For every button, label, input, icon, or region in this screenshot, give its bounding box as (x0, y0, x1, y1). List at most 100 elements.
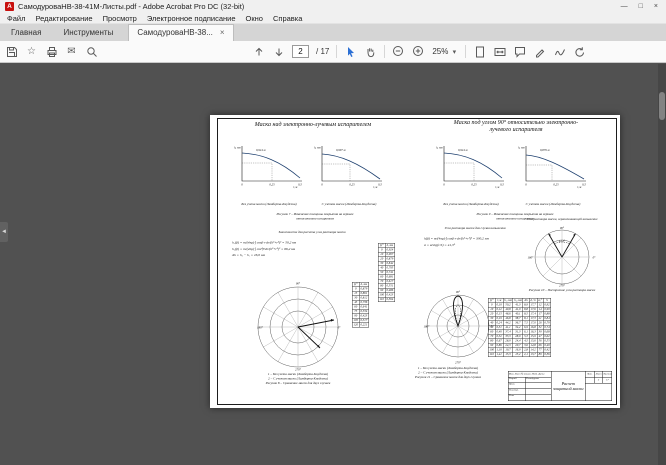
pdf-page: Маска над электронно-лучевым испарителем… (210, 115, 620, 408)
save-icon[interactable] (5, 45, 18, 58)
thickness-graph-2: 0,907 м h, нм r, м 0 0,25 0,5 (312, 141, 386, 189)
close-button[interactable]: × (654, 3, 658, 10)
svg-text:90°: 90° (560, 226, 565, 230)
zoom-in-icon[interactable] (412, 45, 425, 58)
table-cell: 1,41 (495, 352, 503, 357)
graph4-caption: С учетом маски (Ламберта-Кнудсена) (520, 203, 586, 207)
maximize-button[interactable]: □ (639, 3, 643, 10)
svg-text:0,25: 0,25 (269, 183, 275, 188)
signature-icon[interactable] (553, 45, 566, 58)
thickness-graph-3: 0,924 м h, нм r, м 0 0,25 0,5 (434, 141, 508, 189)
svg-text:0,25: 0,25 (471, 183, 477, 188)
svg-text:0,879 м: 0,879 м (540, 148, 550, 153)
table-cell: 110 (488, 352, 495, 357)
svg-text:180°: 180° (257, 326, 264, 330)
graph1-caption: Без учета маски (Ламберта-Кнудсена) (236, 203, 302, 207)
figure8-caption: 1 – Без учета маски (Ламберта-Кнудсена) … (238, 373, 359, 386)
svg-text:0: 0 (525, 183, 527, 187)
svg-text:270°: 270° (295, 368, 302, 372)
hand-tool-icon[interactable] (364, 45, 377, 58)
drawing-title: Расчет защитной маски (552, 372, 586, 401)
toolbar-center-group: 2 / 17 25% ▾ (252, 41, 506, 62)
toolbar-separator (336, 45, 337, 58)
table-cell: 13,2 (513, 352, 523, 357)
svg-text:h, нм: h, нм (436, 146, 442, 151)
rotate-icon[interactable] (573, 45, 586, 58)
results-table: β,°r, мh₁, нмh₂, нмΔhδ, %α,°S00,1050,241… (488, 298, 551, 357)
formulas-left: h₁(β) = m/(4πρ)·∫ cosβ·r·dr/(h²+r²)² = 5… (232, 240, 296, 259)
zoom-level-value: 25% (432, 47, 448, 56)
svg-text:180°: 180° (424, 325, 431, 329)
svg-text:h, нм: h, нм (234, 146, 240, 151)
next-page-icon[interactable] (272, 45, 285, 58)
panel-collapse-icon[interactable]: ◄ (0, 222, 8, 242)
tab-document[interactable]: СамодуроваНВ-38... × (128, 24, 233, 41)
fit-width-icon[interactable] (493, 45, 506, 58)
svg-text:0,5: 0,5 (378, 183, 382, 188)
svg-text:41,3°: 41,3° (559, 239, 566, 244)
minimize-button[interactable]: — (621, 3, 628, 10)
scrollbar-thumb[interactable] (659, 92, 665, 120)
svg-text:0,5: 0,5 (582, 183, 586, 188)
menu-file[interactable]: Файл (2, 14, 30, 23)
sheet-title-left: Маска над электронно-лучевым испарителем (228, 122, 398, 129)
formulas-right: h(β) = m/(4πρ)·∫ cosβ·r·dr/(h²+r²)² = 33… (424, 236, 489, 249)
menu-esign[interactable]: Электронное подписание (142, 14, 241, 23)
search-icon[interactable] (85, 45, 98, 58)
svg-text:r, м: r, м (577, 185, 581, 189)
figure11-caption: 1 – Без учета маски (Ламберта-Кнудсена) … (388, 367, 509, 380)
svg-text:0°: 0° (338, 326, 342, 330)
svg-text:180°: 180° (528, 256, 535, 260)
svg-text:90°: 90° (296, 282, 301, 286)
title-block: Изм. Лист № докум. Подп. Дата Разраб.Сам… (508, 371, 612, 401)
curve (444, 153, 502, 178)
svg-text:r, м: r, м (293, 185, 297, 189)
sheet-title-right: Маска под углом 90° относительно электро… (423, 120, 609, 134)
svg-text:h, нм: h, нм (518, 146, 524, 151)
menu-edit[interactable]: Редактирование (30, 14, 97, 23)
fit-page-icon[interactable] (473, 45, 486, 58)
svg-text:0: 0 (241, 183, 243, 187)
vertical-scrollbar[interactable] (658, 64, 666, 465)
svg-text:0,25: 0,25 (553, 183, 559, 188)
tab-home[interactable]: Главная (0, 25, 52, 41)
curve (242, 153, 300, 178)
toolbar-right-group (513, 41, 586, 62)
table-cell: 120 (352, 323, 359, 328)
figure10-caption: Рисунок 10 – Построение угла раствора ма… (507, 289, 617, 293)
zoom-out-icon[interactable] (392, 45, 405, 58)
select-tool-icon[interactable] (344, 45, 357, 58)
mask-table-1: β,°h, нм00,924100,907200,879300,842400,7… (378, 243, 395, 302)
svg-text:0,25: 0,25 (349, 183, 355, 188)
star-icon[interactable]: ☆ (25, 45, 38, 58)
thickness-graph-1: 0,924 м h, нм r, м 0 0,25 0,5 (232, 141, 306, 189)
toolbar-left-group: ☆ ✉ (5, 41, 98, 62)
curve (526, 155, 584, 179)
curve (322, 154, 380, 179)
page-number-input[interactable]: 2 (292, 45, 309, 58)
tab-tools[interactable]: Инструменты (52, 25, 124, 41)
polar-right-heading: Угол раствора маски, ограничивающей напы… (515, 218, 609, 222)
polar-chart-profile: 0° 90° 180° 270° (422, 287, 496, 365)
comment-icon[interactable] (513, 45, 526, 58)
svg-text:270°: 270° (559, 284, 566, 288)
graph2-caption: С учетом маски (Ламберта-Кнудсена) (316, 203, 382, 207)
previous-page-icon[interactable] (252, 45, 265, 58)
svg-text:r, м: r, м (495, 185, 499, 189)
menu-window[interactable]: Окно (241, 14, 268, 23)
email-icon[interactable]: ✉ (65, 45, 78, 58)
svg-text:0,5: 0,5 (298, 183, 302, 188)
svg-text:0,924 м: 0,924 м (458, 148, 468, 153)
svg-text:r, м: r, м (373, 185, 377, 189)
tab-document-label: СамодуроваНВ-38... (137, 28, 213, 37)
tab-close-icon[interactable]: × (220, 28, 225, 37)
print-icon[interactable] (45, 45, 58, 58)
tab-bar: Главная Инструменты СамодуроваНВ-38... × (0, 24, 666, 41)
highlight-pen-icon[interactable] (533, 45, 546, 58)
menu-help[interactable]: Справка (268, 14, 307, 23)
svg-text:90°: 90° (456, 290, 461, 294)
document-viewport[interactable]: ◄ Маска над электронно-лучевым испарител… (0, 64, 666, 465)
zoom-level-select[interactable]: 25% ▾ (432, 45, 458, 58)
window-titlebar[interactable]: A СамодуроваНВ-38-41М-Листы.pdf - Adobe … (0, 0, 666, 13)
menu-view[interactable]: Просмотр (98, 14, 142, 23)
